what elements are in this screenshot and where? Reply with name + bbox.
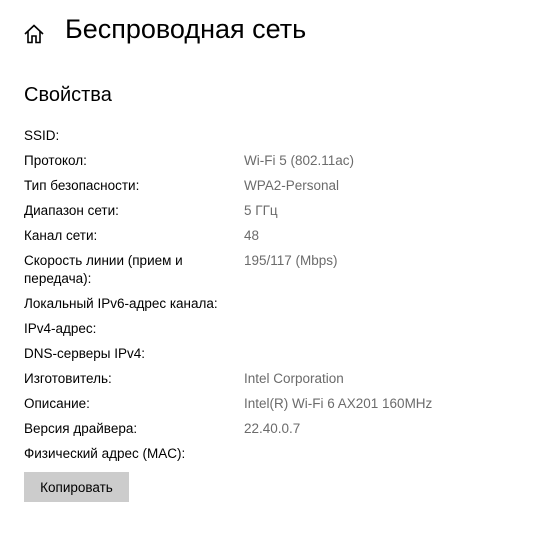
property-value: 195/117 (Mbps) [244,253,338,268]
property-row-network-channel: Канал сети: 48 [24,227,524,245]
copy-button[interactable]: Копировать [24,472,129,502]
property-label: Изготовитель: [24,371,112,386]
property-row-network-band: Диапазон сети: 5 ГГц [24,202,524,220]
property-value: 22.40.0.7 [244,421,301,436]
property-value: 48 [244,228,260,243]
property-value: Intel(R) Wi-Fi 6 AX201 160MHz [244,396,433,411]
property-row-dns-servers: DNS-серверы IPv4: [24,345,524,363]
property-value: WPA2-Personal [244,178,340,193]
property-row-ipv4-address: IPv4-адрес: [24,320,524,338]
property-value: Wi-Fi 5 (802.11ac) [244,153,355,168]
property-value: Intel Corporation [244,371,344,386]
property-label: DNS-серверы IPv4: [24,346,146,361]
property-row-security-type: Тип безопасности: WPA2-Personal [24,177,524,195]
property-value: 5 ГГц [244,203,278,218]
property-label: Скорость линии (прием и передача): [24,253,183,286]
property-label: Протокол: [24,153,87,168]
property-row-driver-version: Версия драйвера: 22.40.0.7 [24,420,524,438]
property-label: IPv4-адрес: [24,321,97,336]
page-title: Беспроводная сеть [65,14,307,44]
property-label: Диапазон сети: [24,203,119,218]
property-label: Описание: [24,396,90,411]
page-header: Беспроводная сеть [0,0,537,70]
property-row-description: Описание: Intel(R) Wi-Fi 6 AX201 160MHz [24,395,524,413]
property-label: Тип безопасности: [24,178,140,193]
property-row-ipv6-address: Локальный IPv6-адрес канала: [24,295,524,313]
section-title: Свойства [24,84,112,106]
home-icon [23,23,45,45]
property-label: Версия драйвера: [24,421,138,436]
property-label: Локальный IPv6-адрес канала: [24,296,218,311]
property-label: SSID: [24,128,60,143]
property-label: Физический адрес (MAC): [24,446,186,461]
home-button[interactable] [20,20,48,48]
property-row-protocol: Протокол: Wi-Fi 5 (802.11ac) [24,152,524,170]
property-row-mac-address: Физический адрес (MAC): [24,445,524,463]
property-row-manufacturer: Изготовитель: Intel Corporation [24,370,524,388]
properties-list: SSID: Протокол: Wi-Fi 5 (802.11ac) Тип б… [24,127,524,470]
property-row-ssid: SSID: [24,127,524,145]
property-label: Канал сети: [24,228,98,243]
property-row-link-speed: Скорость линии (прием и передача): 195/1… [24,252,524,288]
